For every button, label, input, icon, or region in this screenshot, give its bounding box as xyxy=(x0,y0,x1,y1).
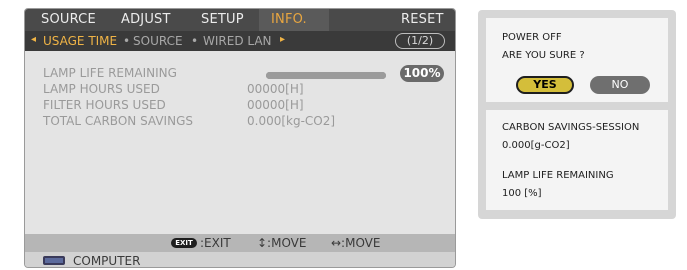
confirm-panel: POWER OFF ARE YOU SURE ? YES NO xyxy=(486,18,668,102)
subtab-usage-time[interactable]: USAGE TIME xyxy=(43,34,117,48)
lamp-life-percent: 100% xyxy=(400,65,444,82)
dialog-lamp-life-label: LAMP LIFE REMAINING xyxy=(502,170,614,181)
dialog-lamp-life-value: 100 [%] xyxy=(502,188,542,199)
projector-osd-menu: SOURCE ADJUST SETUP INFO. RESET ◂ USAGE … xyxy=(24,8,456,268)
key-hint-bar: EXIT :EXIT ↕:MOVE ↔:MOVE xyxy=(25,234,455,252)
lamp-life-label: LAMP LIFE REMAINING xyxy=(43,66,177,80)
carbon-savings-value: 0.000[kg-CO2] xyxy=(247,114,336,128)
carbon-session-value: 0.000[g-CO2] xyxy=(502,140,570,151)
info-panel: CARBON SAVINGS-SESSION 0.000[g-CO2] LAMP… xyxy=(486,110,668,210)
source-label: COMPUTER xyxy=(73,254,141,268)
subtab-source[interactable]: SOURCE xyxy=(133,34,183,48)
move-vertical-hint: ↕:MOVE xyxy=(257,236,307,250)
page-indicator: (1/2) xyxy=(395,33,445,49)
exit-key-icon: EXIT xyxy=(171,238,197,248)
tab-setup[interactable]: SETUP xyxy=(201,12,244,27)
submenu-bar: ◂ USAGE TIME • SOURCE • WIRED LAN ▸ (1/2… xyxy=(25,31,455,51)
tab-source[interactable]: SOURCE xyxy=(41,12,96,27)
power-off-dialog: POWER OFF ARE YOU SURE ? YES NO CARBON S… xyxy=(478,10,676,219)
yes-button[interactable]: YES xyxy=(516,76,574,94)
move-horizontal-hint: ↔:MOVE xyxy=(331,236,381,250)
carbon-savings-label: TOTAL CARBON SAVINGS xyxy=(43,114,193,128)
dialog-title: POWER OFF xyxy=(502,32,562,43)
dialog-question: ARE YOU SURE ? xyxy=(502,50,585,61)
submenu-separator: • xyxy=(191,34,199,48)
submenu-separator: • xyxy=(123,34,131,48)
lamp-hours-label: LAMP HOURS USED xyxy=(43,82,160,96)
right-arrow-icon[interactable]: ▸ xyxy=(280,34,285,45)
left-arrow-icon[interactable]: ◂ xyxy=(31,34,36,45)
no-button[interactable]: NO xyxy=(590,76,650,94)
computer-icon xyxy=(43,256,65,265)
subtab-wired-lan[interactable]: WIRED LAN xyxy=(203,34,272,48)
source-bar: COMPUTER xyxy=(25,252,455,268)
exit-hint: :EXIT xyxy=(200,236,231,250)
tab-info[interactable]: INFO. xyxy=(271,12,307,27)
filter-hours-value: 00000[H] xyxy=(247,98,304,112)
tab-adjust[interactable]: ADJUST xyxy=(121,12,171,27)
lamp-hours-value: 00000[H] xyxy=(247,82,304,96)
filter-hours-label: FILTER HOURS USED xyxy=(43,98,166,112)
carbon-session-label: CARBON SAVINGS-SESSION xyxy=(502,122,640,133)
tab-reset[interactable]: RESET xyxy=(401,12,444,27)
lamp-life-bar-fill xyxy=(266,72,386,79)
lamp-life-bar xyxy=(266,72,386,79)
menu-bar: SOURCE ADJUST SETUP INFO. RESET xyxy=(25,9,455,31)
